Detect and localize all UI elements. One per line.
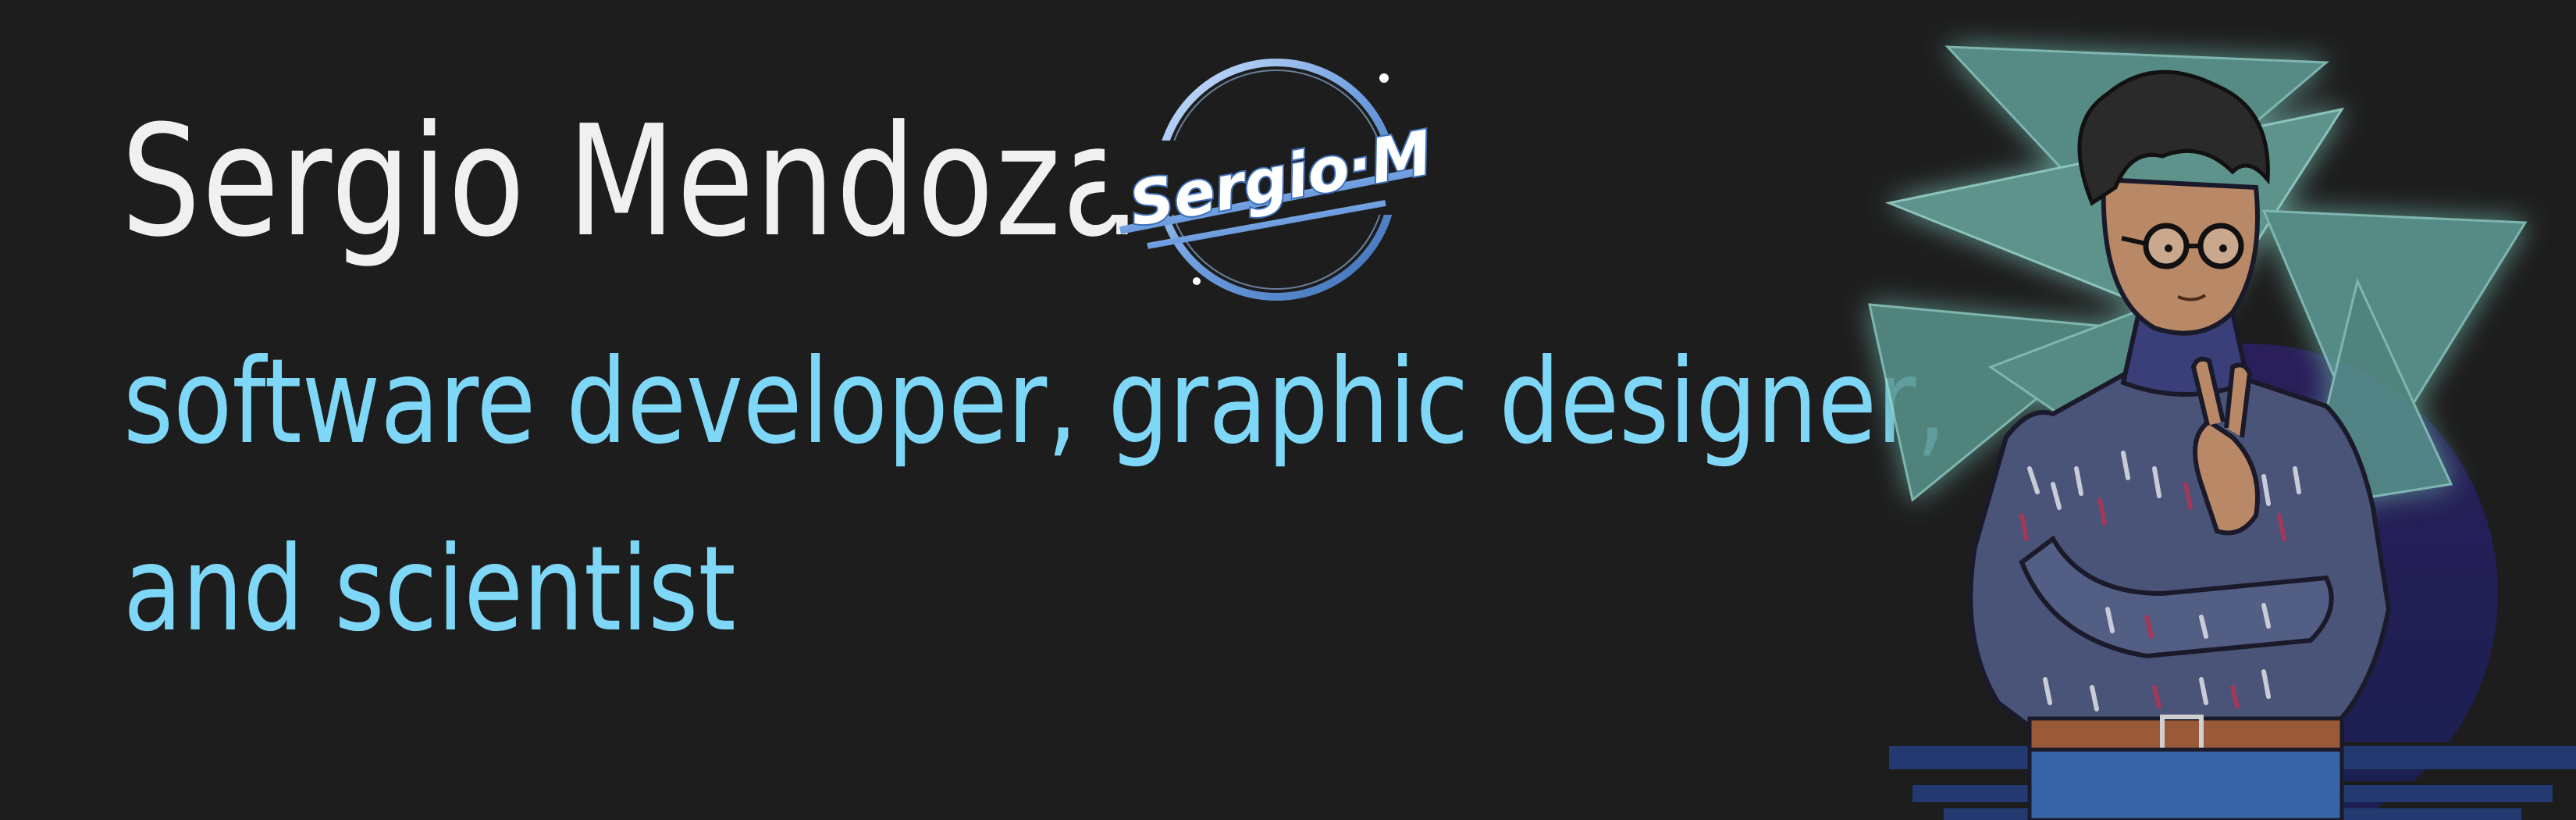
name-heading: Sergio Mendoza: [121, 93, 1140, 271]
sergio-m-logo-icon: Sergio·M: [1105, 59, 1432, 301]
tagline-line-1: software developer, graphic designer,: [123, 334, 1947, 470]
tagline-line-2: and scientist: [123, 522, 736, 658]
header-banner: Sergio Mendoza Sergio·M software develop…: [0, 0, 2576, 820]
cartoon-portrait-illustration: [1868, 45, 2576, 820]
